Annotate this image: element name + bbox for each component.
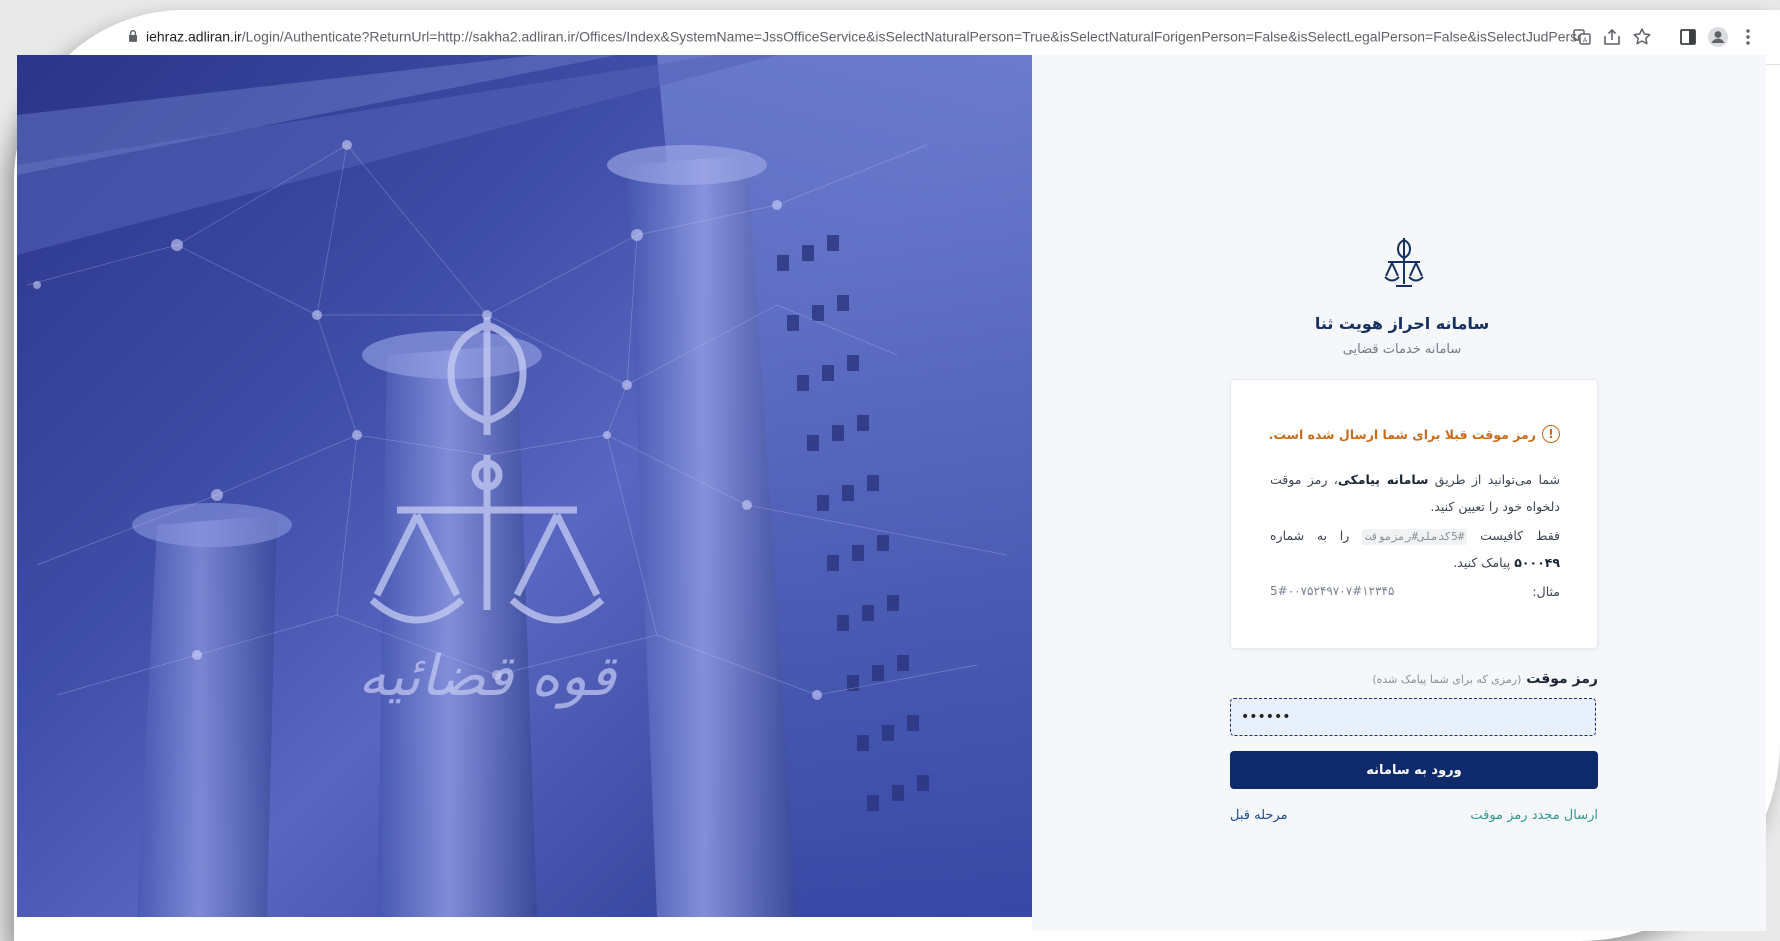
hero-illustration: قوه قضائیه — [17, 55, 1032, 917]
emblem-text: قوه قضائیه — [358, 644, 618, 709]
login-button[interactable]: ورود به سامانه — [1230, 751, 1598, 789]
address-bar[interactable]: iehraz.adliran.ir/Login/Authenticate?Ret… — [128, 28, 1588, 45]
sms-format-instructions: فقط کافیست 5#کدملی#رمزموقت را به شماره ۵… — [1270, 522, 1560, 576]
example-label: مثال: — [1532, 584, 1560, 599]
example-value: 5#۰۰۷۵۲۴۹۷۰۷#۱۲۳۴۵ — [1270, 584, 1395, 598]
resend-password-link[interactable]: ارسال مجدد رمز موقت — [1470, 808, 1598, 823]
menu-icon[interactable] — [1736, 25, 1760, 49]
lock-icon[interactable] — [128, 30, 138, 46]
instruction-text: فقط کافیست — [1467, 528, 1560, 543]
temporary-password-input[interactable] — [1230, 698, 1596, 736]
warning-message: ! رمز موقت قبلا برای شما ارسال شده است. — [1256, 425, 1560, 443]
profile-icon[interactable] — [1706, 25, 1730, 49]
url-path: /Login/Authenticate?ReturnUrl=http://sak… — [241, 28, 1588, 45]
warning-text: رمز موقت قبلا برای شما ارسال شده است. — [1268, 426, 1536, 442]
page-title: سامانه احراز هویت ثنا — [1314, 314, 1490, 333]
translate-icon[interactable]: A — [1570, 25, 1594, 49]
side-panel-icon[interactable] — [1676, 25, 1700, 49]
instruction-text: را به شماره — [1270, 528, 1363, 543]
share-icon[interactable] — [1600, 25, 1624, 49]
instruction-text: پیامک کنید. — [1453, 555, 1515, 570]
scales-logo-icon — [1380, 236, 1428, 292]
hero-image: قوه قضائیه — [17, 55, 1032, 917]
password-label: رمز موقت (رمزی که برای شما پیامک شده) — [1230, 671, 1598, 687]
password-hint: (رمزی که برای شما پیامک شده) — [1372, 673, 1522, 686]
sms-system-text: سامانه پیامکی — [1337, 472, 1429, 487]
sms-instructions: شما می‌توانید از طریق سامانه پیامکی، رمز… — [1270, 466, 1560, 520]
page-subtitle: سامانه خدمات قضایی — [1342, 342, 1462, 357]
sms-format-code: 5#کدملی#رمزموقت — [1362, 529, 1468, 545]
instruction-text: شما می‌توانید از طریق — [1428, 472, 1560, 487]
sms-number: ۵۰۰۰۴۹ — [1514, 555, 1560, 570]
alert-icon: ! — [1542, 425, 1560, 443]
url-domain: iehraz.adliran.ir — [146, 28, 242, 45]
password-label-text: رمز موقت — [1526, 671, 1598, 687]
previous-step-link[interactable]: مرحله قبل — [1230, 808, 1310, 823]
svg-text:A: A — [1583, 37, 1588, 45]
star-icon[interactable] — [1630, 25, 1654, 49]
